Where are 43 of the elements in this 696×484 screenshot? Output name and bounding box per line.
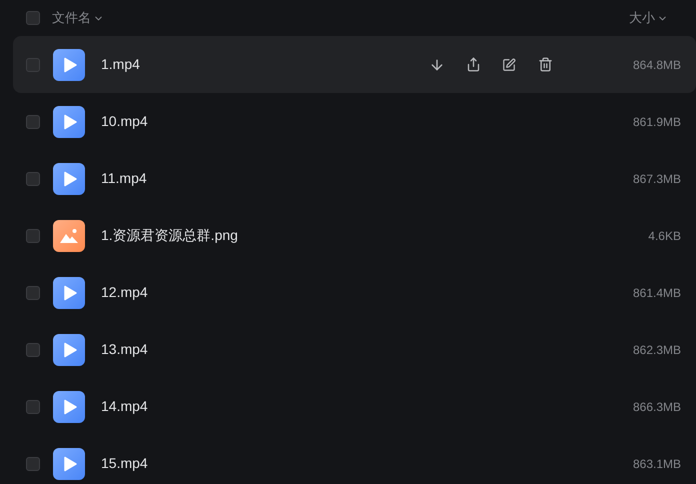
file-size: 866.3MB xyxy=(632,398,681,416)
checkbox[interactable] xyxy=(26,286,40,300)
video-file-icon xyxy=(53,276,85,308)
file-row[interactable]: 15.mp4 863.1MB xyxy=(13,435,696,484)
name-column-header[interactable]: 文件名 xyxy=(52,8,104,28)
file-row[interactable]: 1.mp4 864.8MB xyxy=(13,36,696,93)
file-name[interactable]: 12.mp4 xyxy=(101,282,148,303)
video-file-icon xyxy=(53,334,85,366)
file-size: 861.4MB xyxy=(632,284,681,302)
checkbox[interactable] xyxy=(26,342,40,356)
checkbox[interactable] xyxy=(26,456,40,470)
file-size: 863.1MB xyxy=(632,456,681,472)
file-row[interactable]: 1.资源君资源总群.png 4.6KB xyxy=(13,207,696,264)
video-file-icon xyxy=(53,106,85,138)
file-size: 861.9MB xyxy=(632,114,681,130)
file-name[interactable]: 11.mp4 xyxy=(101,168,147,189)
checkbox[interactable] xyxy=(26,114,40,128)
file-row[interactable]: 12.mp4 861.4MB xyxy=(13,264,696,321)
file-name[interactable]: 14.mp4 xyxy=(101,396,148,417)
video-file-icon xyxy=(53,448,85,480)
checkbox[interactable] xyxy=(26,58,40,72)
checkbox[interactable] xyxy=(26,228,40,242)
image-file-icon xyxy=(53,220,85,252)
file-name[interactable]: 13.mp4 xyxy=(101,339,148,360)
file-size: 864.8MB xyxy=(632,56,681,74)
file-size: 862.3MB xyxy=(632,342,681,358)
file-row[interactable]: 13.mp4 862.3MB xyxy=(13,321,696,378)
file-size: 4.6KB xyxy=(647,228,681,244)
checkbox[interactable] xyxy=(26,11,40,25)
video-file-icon xyxy=(53,162,85,194)
checkbox[interactable] xyxy=(26,172,40,186)
file-row[interactable]: 14.mp4 866.3MB xyxy=(13,378,696,435)
checkbox[interactable] xyxy=(26,400,40,414)
file-row[interactable]: 11.mp4 867.3MB xyxy=(13,150,696,207)
video-file-icon xyxy=(53,48,85,80)
file-row[interactable]: 10.mp4 861.9MB xyxy=(13,93,696,150)
file-name[interactable]: 1.资源君资源总群.png xyxy=(101,225,238,246)
file-name[interactable]: 15.mp4 xyxy=(101,453,148,474)
file-name[interactable]: 10.mp4 xyxy=(101,111,148,132)
file-size: 867.3MB xyxy=(632,170,681,188)
size-column-header[interactable]: 大小 xyxy=(629,8,668,28)
file-name[interactable]: 1.mp4 xyxy=(101,54,140,75)
video-file-icon xyxy=(53,390,85,422)
